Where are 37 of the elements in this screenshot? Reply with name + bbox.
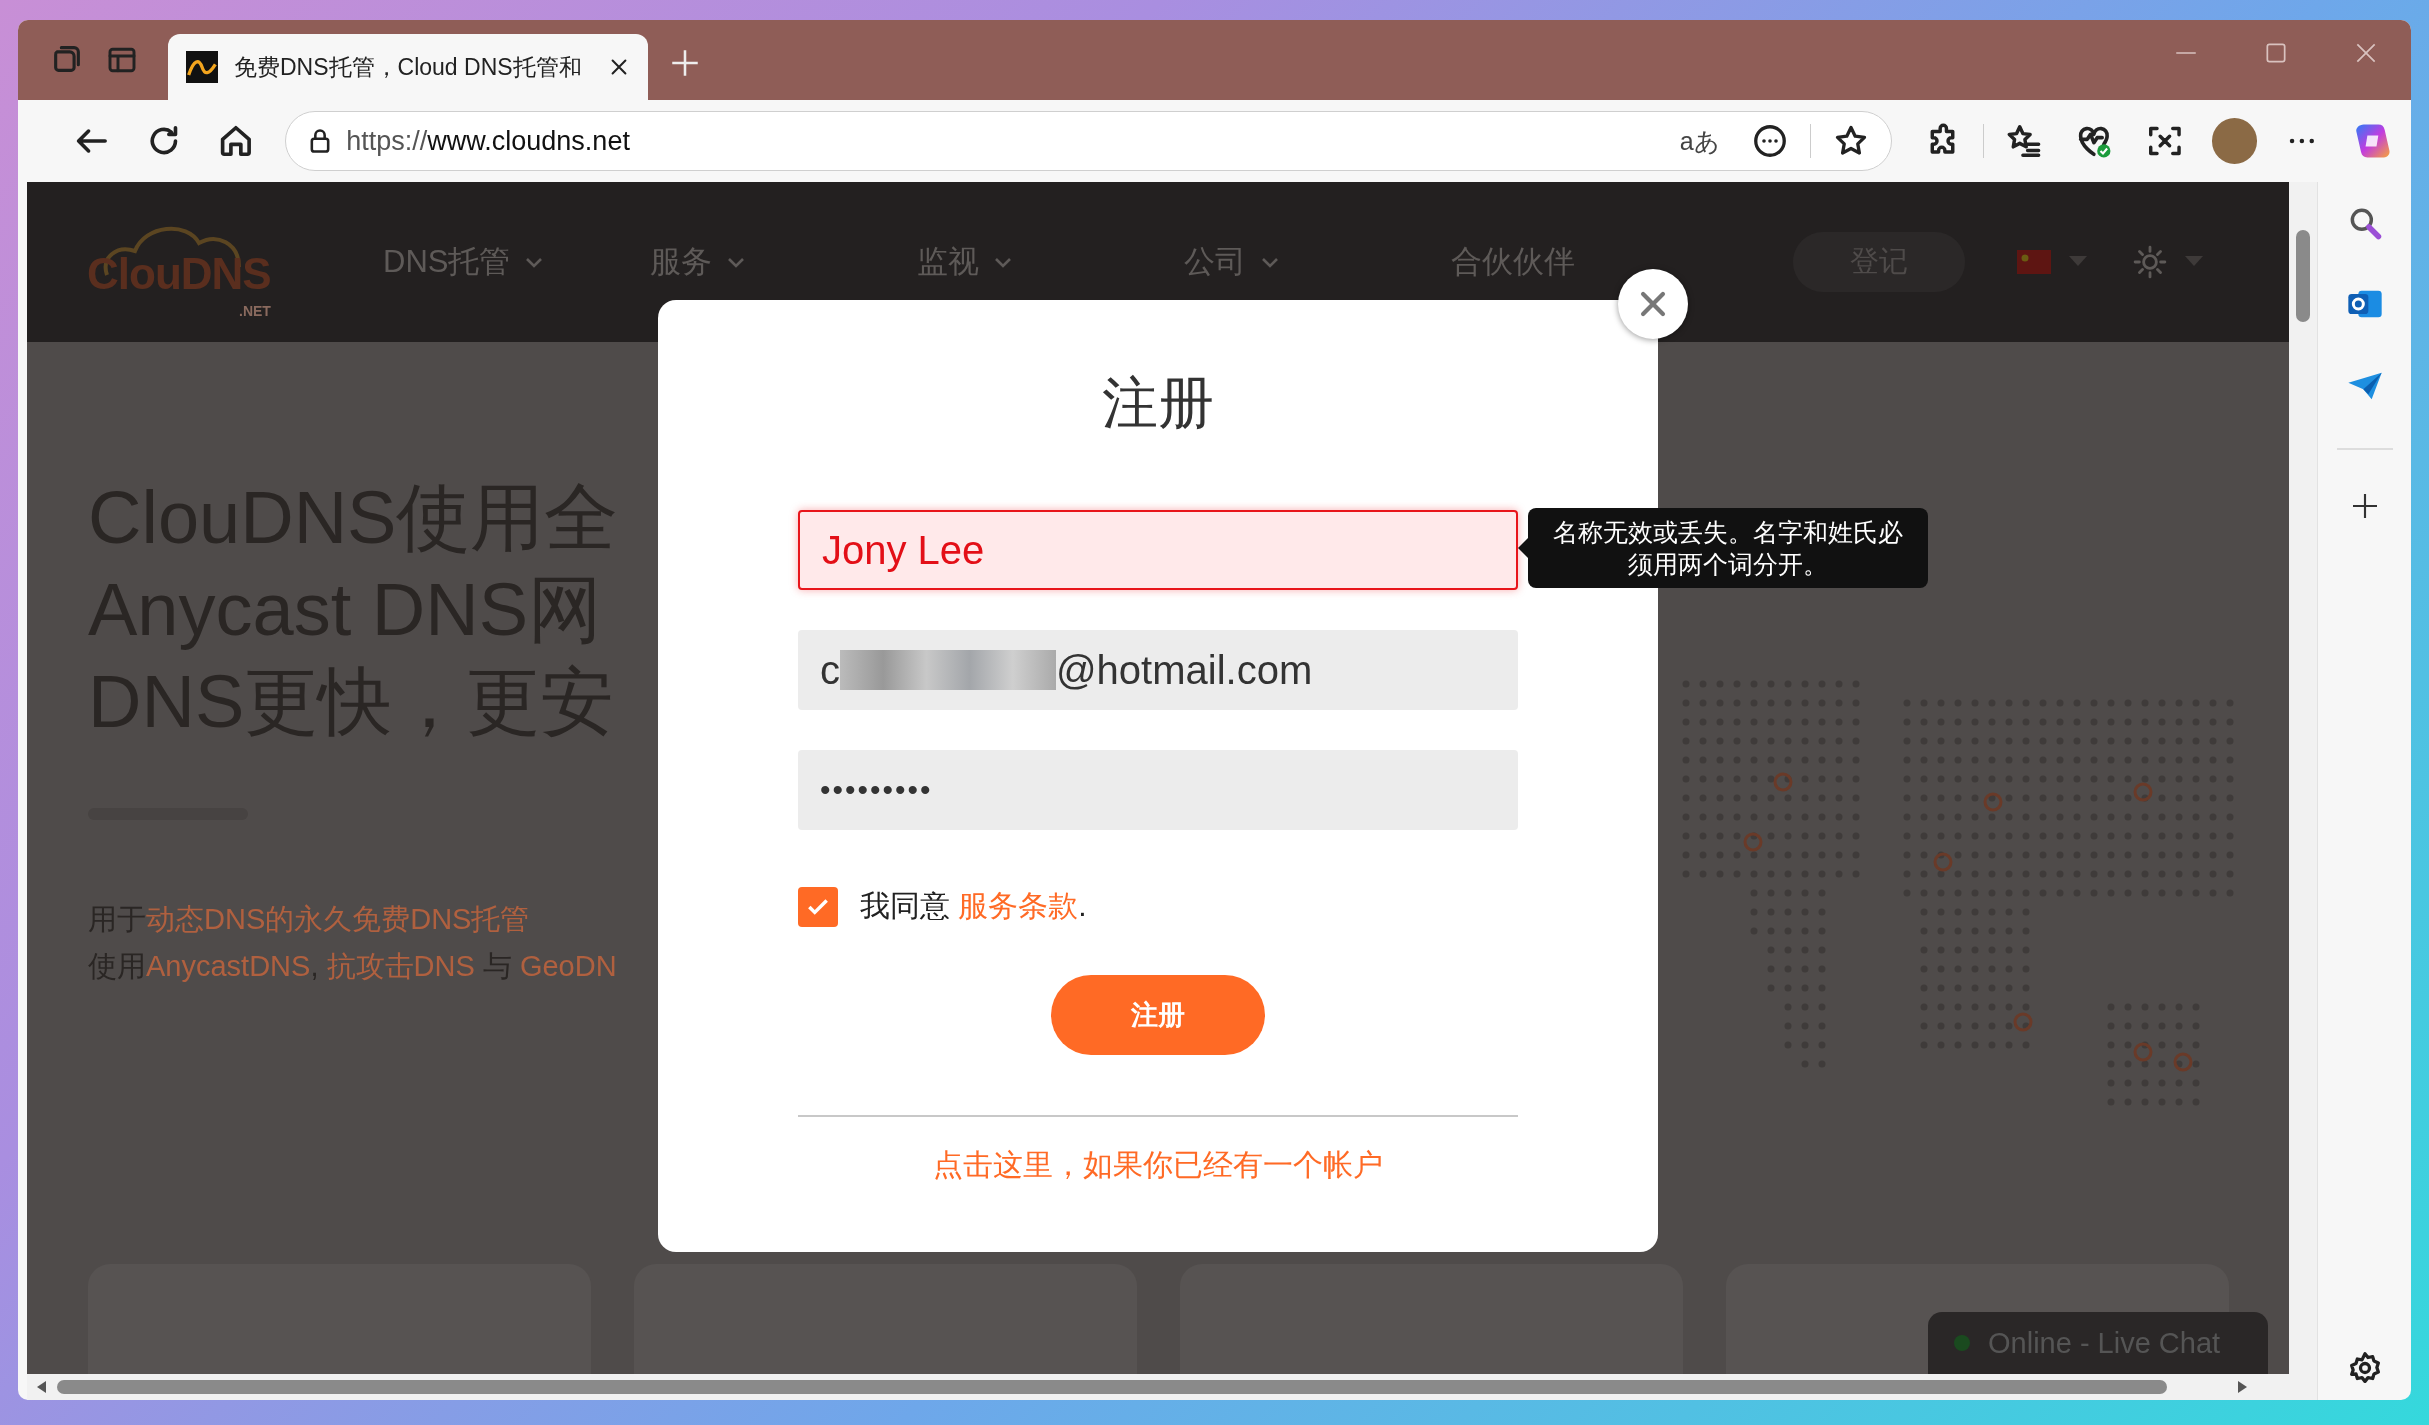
nav-menu-item[interactable]: 公司 <box>1184 241 1451 283</box>
email-field[interactable]: c @hotmail.com <box>798 630 1518 710</box>
nav-menu-item[interactable]: DNS托管 <box>383 241 650 283</box>
login-link[interactable]: 点击这里，如果你已经有一个帐户 <box>933 1145 1383 1186</box>
scroll-left-icon[interactable] <box>37 1381 47 1393</box>
horizontal-scrollbar[interactable] <box>27 1374 2290 1400</box>
link[interactable]: AnycastDNS <box>146 950 311 982</box>
link[interactable]: 抗攻击DNS <box>326 950 475 982</box>
profile-avatar[interactable] <box>2211 118 2258 164</box>
nav-menu-item[interactable]: 合伙伙伴 <box>1451 241 1718 283</box>
checkbox[interactable] <box>798 886 838 927</box>
nav-menu-item[interactable]: 监视 <box>917 241 1184 283</box>
site-favicon <box>186 51 218 83</box>
link[interactable]: 动态DNS的永久免费DNS托管 <box>146 903 530 935</box>
more-icon[interactable] <box>1751 123 1788 159</box>
register-button[interactable]: 注册 <box>1051 975 1265 1055</box>
error-tooltip: 名称无效或丢失。名字和姓氏必须用两个词分开。 <box>1528 508 1928 588</box>
translate-icon[interactable]: aあ <box>1679 124 1720 158</box>
browser-tab[interactable]: 免费DNS托管，Cloud DNS托管和 <box>168 34 648 100</box>
logo-suffix: .NET <box>239 303 271 319</box>
scroll-right-icon[interactable] <box>2237 1381 2247 1393</box>
sun-icon[interactable] <box>2133 245 2168 279</box>
agree-text: . <box>1078 889 1087 922</box>
link[interactable]: GeoDN <box>519 950 617 982</box>
terms-link[interactable]: 服务条款 <box>958 889 1079 922</box>
flag-icon[interactable] <box>2017 250 2052 274</box>
maximize-icon[interactable] <box>2263 40 2289 66</box>
tooltip-pointer-icon <box>1518 538 1528 558</box>
url-text[interactable]: https://www.cloudns.net <box>346 125 630 157</box>
vertical-scrollbar[interactable] <box>2289 182 2318 1400</box>
agree-text: 我同意 <box>860 889 951 922</box>
dialog-title: 注册 <box>1102 370 1214 436</box>
nav-menu-item[interactable]: 服务 <box>650 241 917 283</box>
password-field[interactable]: ••••••••• <box>798 750 1518 830</box>
name-field[interactable]: Jony Lee <box>798 510 1518 590</box>
address-bar[interactable]: https://www.cloudns.net aあ <box>285 111 1892 171</box>
hero-text: , <box>310 950 320 982</box>
